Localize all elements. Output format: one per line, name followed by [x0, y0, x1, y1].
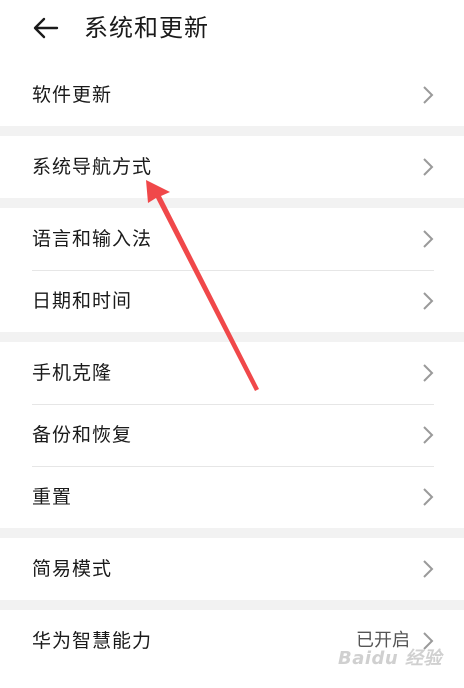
group-gap	[0, 198, 464, 208]
group-gap	[0, 332, 464, 342]
chevron-right-icon	[423, 426, 434, 444]
settings-item-label: 华为智慧能力	[32, 630, 153, 652]
settings-item-backup-restore[interactable]: 备份和恢复	[0, 404, 464, 466]
chevron-right-icon	[423, 292, 434, 310]
settings-item-label: 软件更新	[32, 84, 113, 106]
settings-item-label: 手机克隆	[32, 362, 113, 384]
settings-item-label: 语言和输入法	[32, 228, 153, 250]
settings-group-simple-mode: 简易模式	[0, 538, 464, 600]
chevron-right-icon	[423, 364, 434, 382]
header-bar: 系统和更新	[0, 0, 464, 60]
settings-item-label: 系统导航方式	[32, 156, 153, 178]
back-arrow-icon	[33, 17, 59, 39]
back-button[interactable]	[26, 10, 66, 46]
chevron-right-icon	[423, 158, 434, 176]
chevron-right-icon	[423, 488, 434, 506]
settings-group-update: 软件更新	[0, 64, 464, 126]
settings-item-label: 日期和时间	[32, 290, 133, 312]
settings-item-label: 重置	[32, 486, 73, 508]
settings-item-label: 简易模式	[32, 558, 113, 580]
settings-item-simple-mode[interactable]: 简易模式	[0, 538, 464, 600]
settings-item-label: 备份和恢复	[32, 424, 133, 446]
watermark: Baidu 经验	[337, 648, 442, 669]
settings-group-language-time: 语言和输入法 日期和时间	[0, 208, 464, 332]
group-gap	[0, 600, 464, 610]
group-gap	[0, 126, 464, 136]
settings-item-software-update[interactable]: 软件更新	[0, 64, 464, 126]
settings-list: 软件更新 系统导航方式 语言和输入法 日期和时间 手机克隆 备份和恢复 重置 简…	[0, 64, 464, 672]
page-title: 系统和更新	[84, 14, 209, 42]
settings-item-reset[interactable]: 重置	[0, 466, 464, 528]
settings-group-backup: 手机克隆 备份和恢复 重置	[0, 342, 464, 528]
settings-group-navigation: 系统导航方式	[0, 136, 464, 198]
chevron-right-icon	[423, 560, 434, 578]
settings-item-phone-clone[interactable]: 手机克隆	[0, 342, 464, 404]
settings-item-date-time[interactable]: 日期和时间	[0, 270, 464, 332]
chevron-right-icon	[423, 86, 434, 104]
settings-item-language-input[interactable]: 语言和输入法	[0, 208, 464, 270]
group-gap	[0, 528, 464, 538]
settings-item-system-navigation[interactable]: 系统导航方式	[0, 136, 464, 198]
chevron-right-icon	[423, 230, 434, 248]
